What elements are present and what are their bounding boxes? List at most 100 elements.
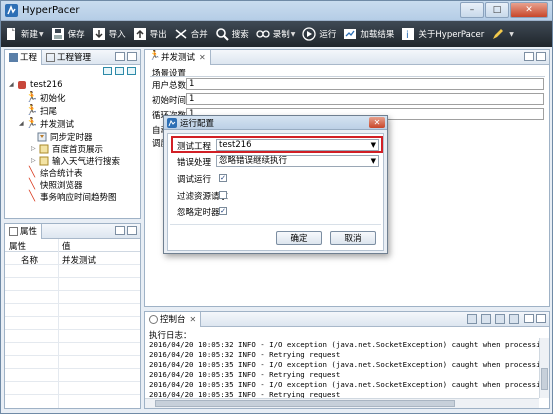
display-console-icon[interactable] [509,314,519,324]
collapse-all-icon[interactable] [103,67,112,75]
new-icon [7,28,15,40]
checkmark-icon: ✓ [220,174,226,182]
cancel-button[interactable]: 取消 [330,231,376,245]
minimize-panel-button[interactable] [115,52,125,61]
dropdown-arrow-icon[interactable]: ▼ [39,31,44,38]
ok-button[interactable]: 确定 [276,231,322,245]
tree-item-root[interactable]: ◢ test216 [9,79,63,90]
toolbar-record-label: 录制 [272,30,290,40]
tab-project-management[interactable]: 工程管理 [42,50,95,65]
collapse-arrow-icon[interactable]: ▷ [31,145,39,152]
dropdown-arrow-icon[interactable]: ▼ [291,31,296,38]
expand-arrow-icon[interactable]: ◢ [9,81,17,88]
tree-item-concurrent[interactable]: ◢ 🏃 并发测试 [19,118,75,130]
tree-item-cleanup[interactable]: 🏃 扫尾 [19,105,58,117]
initial-time-input[interactable]: 1 [186,93,544,105]
tree-item-sync-timer[interactable]: 同步定时器 [37,131,93,143]
minimize-panel-button[interactable] [524,52,534,61]
toolbar-save-button[interactable]: 保存 [51,23,85,45]
tab-properties-label: 属性 [20,227,38,237]
tree-item-trend[interactable]: ╲ 事务响应时间趋势图 [19,191,117,203]
toolbar-save-label: 保存 [67,30,85,40]
console-vertical-scrollbar[interactable] [539,338,549,398]
project-management-icon [46,52,56,62]
toolbar-load-results-label: 加载结果 [360,30,395,40]
filter-resources-checkbox[interactable] [219,191,227,199]
tab-properties[interactable]: 属性 [5,223,43,239]
toolbar-extra-button[interactable]: ▼ [491,23,514,45]
minimize-button[interactable]: – [460,2,484,18]
tree-item-label: 事务响应时间趋势图 [40,192,117,203]
tab-project-management-label: 工程管理 [57,53,92,63]
view-menu-icon[interactable] [127,67,136,75]
toolbar-new-label: 新建 [21,30,39,40]
dialog-close-button[interactable]: ✕ [369,117,385,128]
toolbar-record-button[interactable]: 录制 ▼ [256,23,296,45]
close-icon: ✕ [525,5,533,15]
total-users-input[interactable]: 1 [186,78,544,90]
properties-icon [9,226,18,236]
runner-icon: 🏃 [25,105,39,116]
maximize-panel-button[interactable] [536,52,546,61]
dropdown-arrow-icon: ▼ [370,157,376,165]
toolbar-run-button[interactable]: 运行 [302,23,336,45]
runner-icon: 🏃 [25,92,39,103]
tree-item-label: 并发测试 [40,119,75,130]
console-horizontal-scrollbar[interactable] [145,398,539,408]
tree-item-label: test216 [30,79,63,90]
ignore-timer-checkbox[interactable]: ✓ [219,207,227,215]
pin-console-icon[interactable] [495,314,505,324]
column-header-property[interactable]: 属性 [9,240,26,252]
maximize-panel-button[interactable] [127,226,137,235]
tab-project[interactable]: 工程 [5,49,43,65]
tree-item-label: 输入天气进行搜索 [52,156,121,167]
tree-item-aggregate[interactable]: ╲ 综合统计表 [19,167,83,179]
toolbar-import-button[interactable]: 导入 [92,23,126,45]
log-line: 2016/04/20 10:05:35 INFO - Retrying requ… [149,370,341,379]
scrollbar-thumb[interactable] [541,368,548,390]
maximize-panel-button[interactable] [127,52,137,61]
log-line: 2016/04/20 10:05:32 INFO - I/O exception… [149,340,552,349]
clock-icon [37,132,47,142]
close-tab-icon[interactable]: ✕ [199,53,206,62]
table-row[interactable]: 名称 并发测试 [5,253,140,266]
tree-item-snapshot[interactable]: ╲ 快照浏览器 [19,179,83,191]
error-handling-select[interactable]: 忽略错误继续执行 ▼ [216,155,379,167]
clear-console-icon[interactable] [467,314,477,324]
maximize-panel-button[interactable] [536,314,546,323]
toolbar-about-button[interactable]: i 关于HyperPacer [401,23,484,45]
column-header-value[interactable]: 值 [62,240,71,252]
collapse-arrow-icon[interactable]: ▷ [31,157,39,164]
toolbar-export-button[interactable]: 导出 [133,23,167,45]
error-handling-value: 忽略错误继续执行 [219,156,288,166]
toolbar-new-button[interactable]: 新建 ▼ [4,23,44,45]
toolbar-search-label: 搜索 [231,30,249,40]
properties-header: 属性 值 [5,239,140,252]
toolbar-merge-button[interactable]: 合并 [174,23,208,45]
minimize-panel-button[interactable] [115,226,125,235]
close-tab-icon[interactable]: ✕ [190,315,197,324]
dropdown-arrow-icon[interactable]: ▼ [509,31,514,38]
tree-item-baidu[interactable]: ▷ 百度首页展示 [31,143,103,155]
runner-icon: 🏃 [149,51,161,61]
debug-run-checkbox[interactable]: ✓ [219,174,227,182]
maximize-button[interactable]: □ [485,2,509,18]
toolbar-load-results-button[interactable]: 加载结果 [343,23,394,45]
log-line: 2016/04/20 10:05:35 INFO - I/O exception… [149,380,552,389]
close-button[interactable]: ✕ [510,2,548,18]
tree-item-label: 快照浏览器 [40,180,83,191]
properties-panel: 属性 属性 值 名称 并发测试 [4,223,141,409]
link-editor-icon[interactable] [115,67,124,75]
scrollbar-thumb[interactable] [155,400,455,407]
tree-item-label: 扫尾 [40,106,58,117]
scroll-lock-icon[interactable] [481,314,491,324]
tree-item-init[interactable]: 🏃 初始化 [19,92,66,104]
toolbar-export-label: 导出 [149,30,167,40]
tree-item-label: 综合统计表 [40,168,83,179]
tab-concurrent-test[interactable]: 🏃 并发测试 ✕ [145,49,211,65]
toolbar-search-button[interactable]: 搜索 [215,23,249,45]
cancel-label: 取消 [344,234,362,244]
tree-item-weather[interactable]: ▷ 输入天气进行搜索 [31,155,121,167]
tab-console[interactable]: 控制台 ✕ [145,311,202,327]
minimize-panel-button[interactable] [524,314,534,323]
